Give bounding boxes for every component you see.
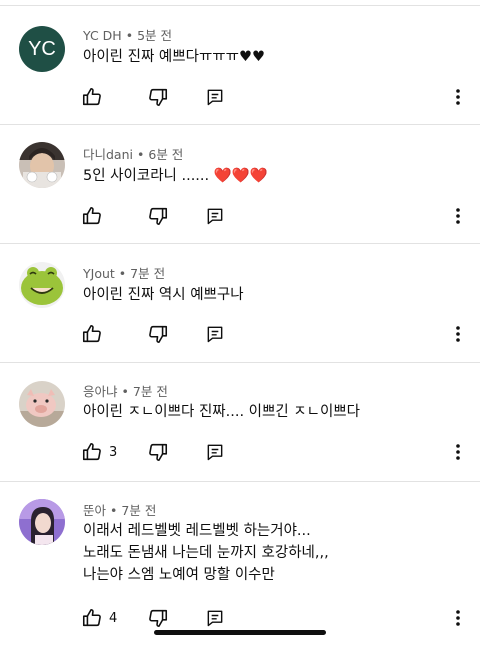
avatar[interactable]: [19, 499, 65, 545]
comment-actions: [0, 322, 480, 346]
reply-button[interactable]: [205, 85, 225, 109]
reply-icon: [205, 324, 225, 344]
like-button[interactable]: 3: [81, 440, 117, 464]
comment-meta: 다니dani • 6분 전: [83, 144, 183, 163]
like-button[interactable]: [81, 85, 109, 109]
reply-icon: [205, 608, 225, 628]
dislike-button[interactable]: [147, 606, 169, 630]
thumb-up-icon: [81, 205, 103, 227]
like-button[interactable]: [81, 204, 109, 228]
comment-meta: YC DH • 5분 전: [83, 25, 172, 44]
more-button[interactable]: [450, 322, 466, 346]
comment-text: 아이린 진짜 역시 예쁘구나: [83, 284, 244, 306]
more-vert-icon: [450, 86, 466, 108]
meta-dot: •: [121, 384, 129, 399]
thumb-up-icon: [81, 323, 103, 345]
reply-button[interactable]: [205, 440, 225, 464]
thumb-up-icon: [81, 86, 103, 108]
more-button[interactable]: [450, 85, 466, 109]
comment-actions: [0, 85, 480, 109]
reply-icon: [205, 442, 225, 462]
thumb-down-icon: [147, 86, 169, 108]
comment-line: 나는야 스엠 노예여 망할 이수만: [83, 567, 275, 583]
comment-item: 응아냐 • 7분 전 아이린 ㅈㄴ이쁘다 진짜.... 이쁘긴 ㅈㄴ이쁘다 3: [0, 363, 480, 481]
reply-button[interactable]: [205, 322, 225, 346]
comment-meta: 뚠아 • 7분 전: [83, 500, 156, 519]
comment-author[interactable]: 뚠아: [83, 503, 106, 518]
avatar-photo: [19, 381, 65, 427]
comment-line: 아이린 진짜 예쁘다ㅠㅠㅠ♥︎♥︎: [83, 49, 265, 65]
comment-author[interactable]: 응아냐: [83, 384, 118, 399]
more-vert-icon: [450, 323, 466, 345]
more-button[interactable]: [450, 204, 466, 228]
more-button[interactable]: [450, 606, 466, 630]
avatar-photo: [19, 262, 65, 308]
comment-line: 이래서 레드벨벳 레드벨벳 하는거야...: [83, 523, 311, 539]
meta-dot: •: [110, 503, 118, 518]
comment-actions: [0, 204, 480, 228]
comment-item: YJout • 7분 전 아이린 진짜 역시 예쁘구나: [0, 244, 480, 362]
comment-text: 아이린 진짜 예쁘다ㅠㅠㅠ♥︎♥︎: [83, 46, 265, 68]
dislike-button[interactable]: [147, 322, 169, 346]
reply-icon: [205, 87, 225, 107]
thumb-down-icon: [147, 205, 169, 227]
like-count: 4: [109, 610, 118, 626]
comment-author[interactable]: 다니dani: [83, 147, 133, 162]
comment-time[interactable]: 7분 전: [133, 384, 168, 399]
comment-author[interactable]: YJout: [83, 266, 115, 281]
more-vert-icon: [450, 205, 466, 227]
thumb-up-icon: [81, 607, 103, 629]
meta-dot: •: [125, 28, 134, 43]
comment-text: 5인 사이코라니 ...... ❤️❤️❤️: [83, 165, 268, 187]
dislike-button[interactable]: [147, 440, 169, 464]
avatar-photo: [19, 499, 65, 545]
dislike-button[interactable]: [147, 85, 169, 109]
thumb-up-icon: [81, 441, 103, 463]
thumb-down-icon: [147, 323, 169, 345]
like-button[interactable]: [81, 322, 109, 346]
meta-dot: •: [118, 266, 127, 281]
comment-meta: 응아냐 • 7분 전: [83, 381, 168, 400]
comment-actions: 4: [0, 606, 480, 630]
comment-time[interactable]: 6분 전: [148, 147, 183, 162]
avatar[interactable]: [19, 381, 65, 427]
home-indicator[interactable]: [154, 630, 326, 635]
dislike-button[interactable]: [147, 204, 169, 228]
comment-time[interactable]: 7분 전: [121, 503, 156, 518]
comment-item: 뚠아 • 7분 전 이래서 레드벨벳 레드벨벳 하는거야... 노래도 돈냄새 나는…: [0, 482, 480, 646]
avatar[interactable]: [19, 262, 65, 308]
more-button[interactable]: [450, 440, 466, 464]
more-vert-icon: [450, 607, 466, 629]
thumb-down-icon: [147, 441, 169, 463]
comment-line: 5인 사이코라니 ...... ❤️❤️❤️: [83, 168, 268, 184]
like-button[interactable]: 4: [81, 606, 117, 630]
reply-button[interactable]: [205, 204, 225, 228]
comment-item: YC YC DH • 5분 전 아이린 진짜 예쁘다ㅠㅠㅠ♥︎♥︎: [0, 6, 480, 124]
more-vert-icon: [450, 441, 466, 463]
reply-button[interactable]: [205, 606, 225, 630]
avatar[interactable]: YC: [19, 26, 65, 72]
avatar[interactable]: [19, 142, 65, 188]
reply-icon: [205, 206, 225, 226]
meta-dot: •: [137, 147, 145, 162]
comment-item: 다니dani • 6분 전 5인 사이코라니 ...... ❤️❤️❤️: [0, 125, 480, 243]
comment-time[interactable]: 7분 전: [130, 266, 165, 281]
comment-text: 아이린 ㅈㄴ이쁘다 진짜.... 이쁘긴 ㅈㄴ이쁘다: [83, 401, 360, 423]
comment-author[interactable]: YC DH: [83, 28, 122, 43]
thumb-down-icon: [147, 607, 169, 629]
comment-line: 노래도 돈냄새 나는데 눈까지 호강하네,,,: [83, 545, 329, 561]
avatar-photo: [19, 142, 65, 188]
comment-meta: YJout • 7분 전: [83, 263, 165, 282]
like-count: 3: [109, 444, 118, 460]
avatar-initials: YC: [28, 38, 56, 60]
comment-text: 이래서 레드벨벳 레드벨벳 하는거야... 노래도 돈냄새 나는데 눈까지 호강…: [83, 520, 329, 586]
comment-line: 아이린 진짜 역시 예쁘구나: [83, 287, 244, 303]
comment-time[interactable]: 5분 전: [137, 28, 172, 43]
comment-line: 아이린 ㅈㄴ이쁘다 진짜.... 이쁘긴 ㅈㄴ이쁘다: [83, 404, 360, 420]
comment-actions: 3: [0, 440, 480, 464]
